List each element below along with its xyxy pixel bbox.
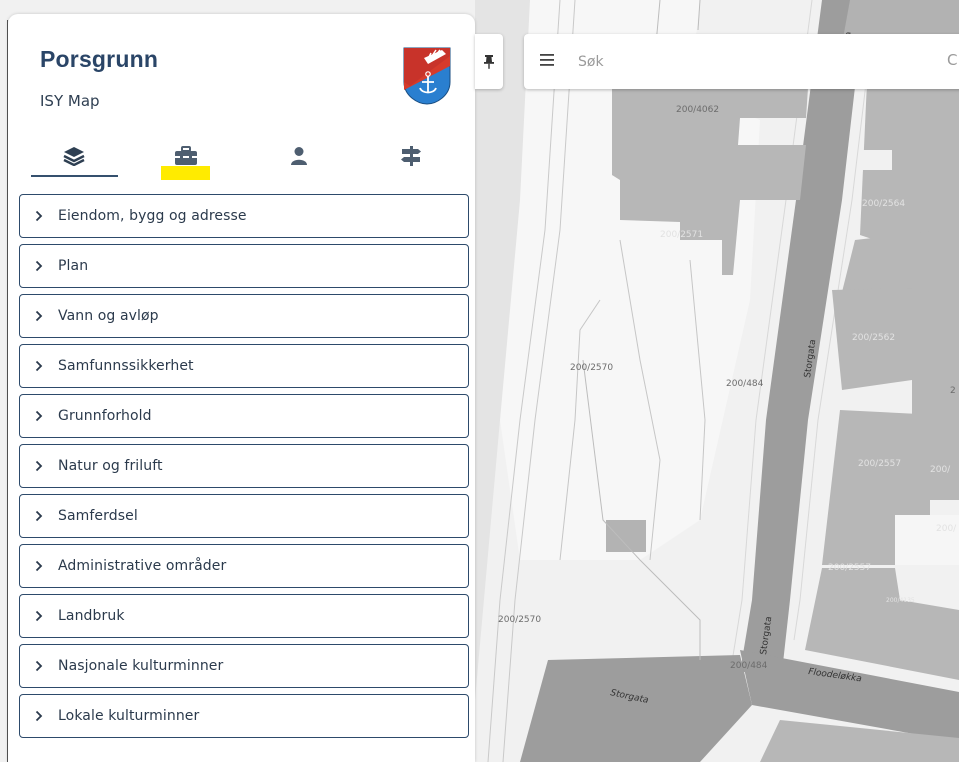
svg-text:200/2564: 200/2564 xyxy=(862,199,905,209)
svg-text:200/2562: 200/2562 xyxy=(852,333,895,343)
category-plan[interactable]: Plan xyxy=(19,244,469,288)
category-natur[interactable]: Natur og friluft xyxy=(19,444,469,488)
tab-directions[interactable] xyxy=(368,136,454,176)
svg-text:200/: 200/ xyxy=(930,465,951,475)
svg-text:2: 2 xyxy=(950,386,956,396)
chevron-right-icon xyxy=(20,710,58,722)
chevron-right-icon xyxy=(20,410,58,422)
category-label: Samfunnssikkerhet xyxy=(58,358,194,374)
svg-text:200/2570: 200/2570 xyxy=(570,363,613,373)
tab-user[interactable] xyxy=(256,136,342,176)
category-lokale-kulturminner[interactable]: Lokale kulturminner xyxy=(19,694,469,738)
layers-icon xyxy=(63,147,85,166)
svg-text:200/484: 200/484 xyxy=(730,661,768,671)
svg-text:200/484: 200/484 xyxy=(726,379,764,389)
category-label: Grunnforhold xyxy=(58,408,152,424)
category-label: Plan xyxy=(58,258,89,274)
svg-text:200/2570: 200/2570 xyxy=(498,615,541,625)
chevron-right-icon xyxy=(20,560,58,572)
category-nasjonale-kulturminner[interactable]: Nasjonale kulturminner xyxy=(19,644,469,688)
category-label: Landbruk xyxy=(58,608,125,624)
category-label: Samferdsel xyxy=(58,508,138,524)
app-subtitle: ISY Map xyxy=(40,92,100,110)
category-eiendom[interactable]: Eiendom, bygg og adresse xyxy=(19,194,469,238)
svg-text:200/4062: 200/4062 xyxy=(676,105,719,115)
tab-tools[interactable] xyxy=(143,136,229,176)
chevron-right-icon xyxy=(20,360,58,372)
chevron-right-icon xyxy=(20,260,58,272)
category-label: Natur og friluft xyxy=(58,458,163,474)
category-label: Administrative områder xyxy=(58,558,227,574)
pin-icon xyxy=(484,54,494,69)
signpost-icon xyxy=(401,146,421,166)
municipality-title: Porsgrunn xyxy=(40,46,159,72)
toolbox-icon xyxy=(175,146,197,165)
side-panel: Porsgrunn ISY Map Eiendom, bygg og adres… xyxy=(8,14,475,762)
chevron-right-icon xyxy=(20,610,58,622)
chevron-right-icon xyxy=(20,460,58,472)
user-icon xyxy=(291,147,307,165)
menu-icon[interactable] xyxy=(540,54,554,66)
svg-text:200/4135: 200/4135 xyxy=(886,597,915,604)
category-samfunnssikkerhet[interactable]: Samfunnssikkerhet xyxy=(19,344,469,388)
search-input[interactable] xyxy=(578,50,918,74)
category-label: Lokale kulturminner xyxy=(58,708,200,724)
category-label: Nasjonale kulturminner xyxy=(58,658,224,674)
svg-text:200/2571: 200/2571 xyxy=(660,230,703,240)
tab-layers[interactable] xyxy=(31,136,117,176)
svg-text:200/: 200/ xyxy=(936,524,957,534)
coat-of-arms-logo xyxy=(403,47,451,105)
active-tab-underline xyxy=(31,175,118,177)
category-administrative[interactable]: Administrative områder xyxy=(19,544,469,588)
chevron-right-icon xyxy=(20,660,58,672)
chevron-right-icon xyxy=(20,210,58,222)
category-vann[interactable]: Vann og avløp xyxy=(19,294,469,338)
pin-panel-button[interactable] xyxy=(475,34,503,89)
category-grunnforhold[interactable]: Grunnforhold xyxy=(19,394,469,438)
category-landbruk[interactable]: Landbruk xyxy=(19,594,469,638)
svg-text:200/2557: 200/2557 xyxy=(858,459,901,469)
svg-text:200/2557: 200/2557 xyxy=(828,563,871,573)
search-clear-icon[interactable]: C xyxy=(947,51,957,69)
category-label: Eiendom, bygg og adresse xyxy=(58,208,247,224)
search-bar: C xyxy=(524,34,959,89)
category-label: Vann og avløp xyxy=(58,308,159,324)
chevron-right-icon xyxy=(20,310,58,322)
category-samferdsel[interactable]: Samferdsel xyxy=(19,494,469,538)
chevron-right-icon xyxy=(20,510,58,522)
